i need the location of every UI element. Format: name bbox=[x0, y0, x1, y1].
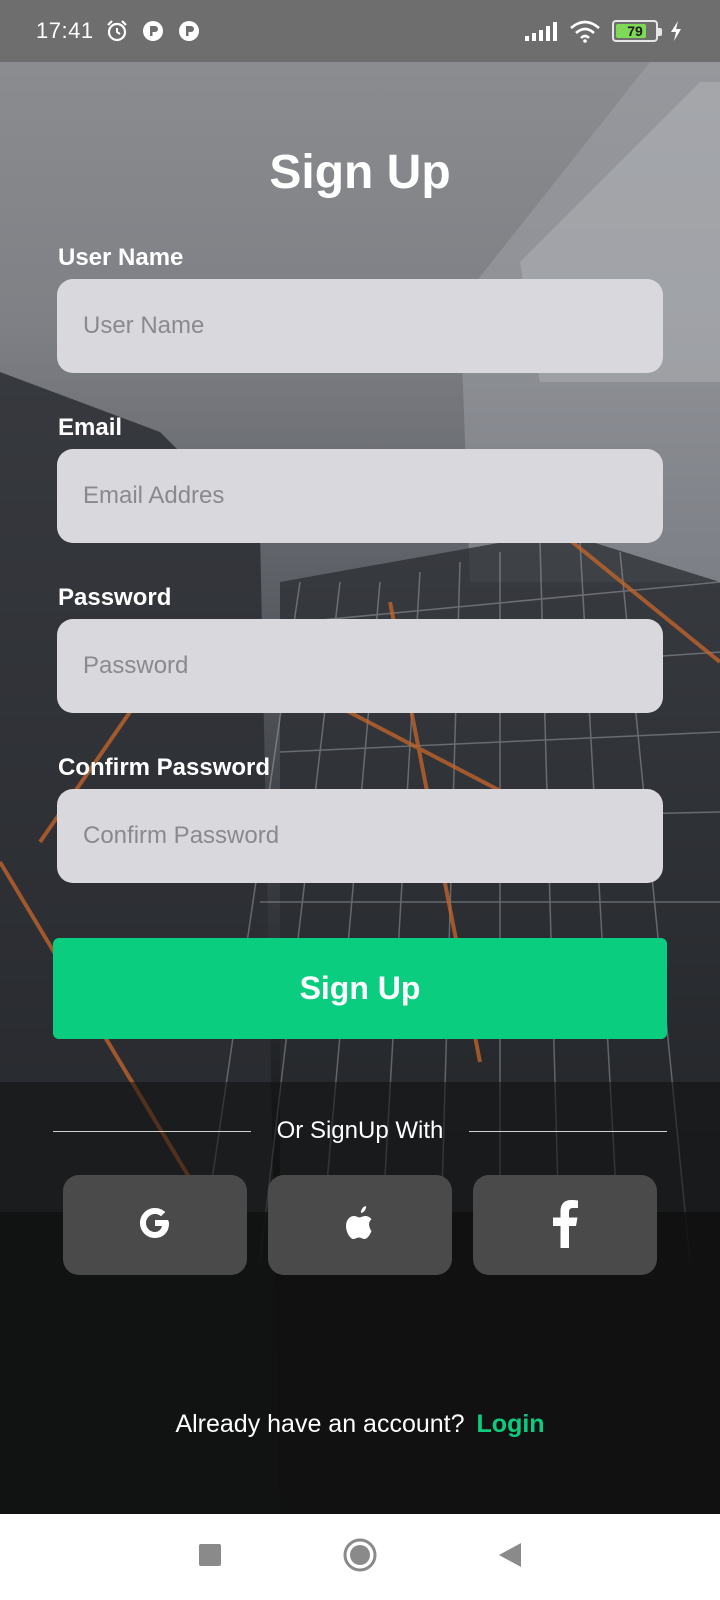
username-input[interactable] bbox=[57, 279, 663, 373]
navigation-bar bbox=[0, 1514, 720, 1600]
google-icon bbox=[137, 1205, 173, 1246]
email-input[interactable] bbox=[57, 449, 663, 543]
login-prompt-row: Already have an account? Login bbox=[0, 1410, 720, 1439]
apple-icon bbox=[342, 1203, 378, 1248]
google-signup-button[interactable] bbox=[63, 1175, 247, 1275]
app-notification-icon bbox=[176, 18, 202, 44]
back-button[interactable] bbox=[490, 1537, 530, 1577]
social-buttons bbox=[63, 1175, 657, 1275]
battery-icon: 79 bbox=[612, 20, 662, 42]
wifi-icon bbox=[568, 18, 602, 44]
password-input[interactable] bbox=[57, 619, 663, 713]
charging-icon bbox=[668, 18, 684, 44]
confirm-password-input[interactable] bbox=[57, 789, 663, 883]
password-label: Password bbox=[58, 584, 172, 611]
divider-line-left bbox=[53, 1130, 251, 1132]
login-prompt-text: Already have an account? bbox=[175, 1410, 465, 1438]
recents-icon bbox=[198, 1543, 222, 1572]
username-label: User Name bbox=[58, 244, 184, 271]
status-left: 17:41 bbox=[36, 18, 202, 44]
sign-up-button[interactable]: Sign Up bbox=[53, 938, 667, 1039]
email-label: Email bbox=[58, 414, 123, 441]
home-icon bbox=[343, 1538, 377, 1577]
recents-button[interactable] bbox=[190, 1537, 230, 1577]
divider-line-right bbox=[469, 1130, 667, 1132]
alarm-icon bbox=[104, 18, 130, 44]
app-notification-icon bbox=[140, 18, 166, 44]
social-divider: Or SignUp With bbox=[53, 1116, 667, 1146]
confirm-password-label: Confirm Password bbox=[58, 754, 271, 781]
page-title: Sign Up bbox=[269, 146, 451, 199]
social-divider-text: Or SignUp With bbox=[276, 1117, 444, 1144]
signal-icon bbox=[524, 18, 558, 44]
battery-tip bbox=[658, 28, 662, 36]
facebook-icon bbox=[550, 1198, 580, 1253]
status-bar: 17:41 79 bbox=[0, 0, 720, 62]
battery-level: 79 bbox=[627, 23, 643, 39]
status-time: 17:41 bbox=[36, 18, 94, 43]
home-button[interactable] bbox=[340, 1537, 380, 1577]
login-link[interactable]: Login bbox=[477, 1410, 545, 1439]
apple-signup-button[interactable] bbox=[268, 1175, 452, 1275]
back-icon bbox=[498, 1542, 522, 1573]
status-right: 79 bbox=[524, 18, 684, 44]
facebook-signup-button[interactable] bbox=[473, 1175, 657, 1275]
